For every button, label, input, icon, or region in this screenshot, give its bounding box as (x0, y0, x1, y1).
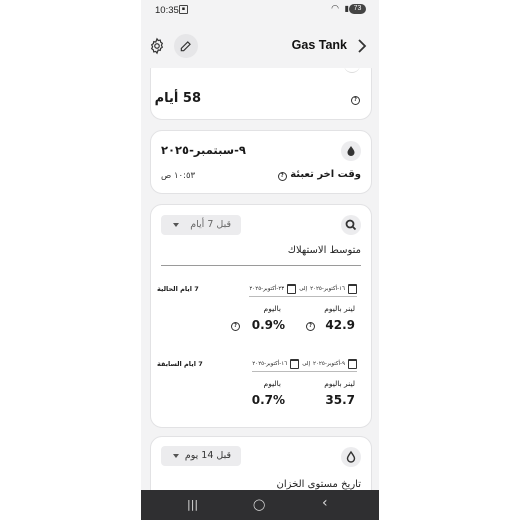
last-refill-date: ٩-سبتمبر-٢٠٢٥ (161, 143, 246, 157)
calendar-icon (348, 359, 357, 369)
help-icon[interactable]: ? (277, 172, 287, 181)
help-icon[interactable]: ? (231, 322, 240, 331)
consumption-title: متوسط الاستهلاك (287, 245, 361, 256)
search-icon (341, 215, 361, 235)
chevron-down-icon (173, 454, 179, 458)
help-icon[interactable]: ? (351, 96, 360, 105)
range-to: ١٦-أكتوبر-٢٠٢٥ (252, 361, 288, 367)
previous-date-range[interactable]: ٩-أكتوبر-٢٠٢٥ إلى ١٦-أكتوبر-٢٠٢٥ (252, 357, 357, 372)
drop-icon (341, 141, 361, 161)
liters-per-day-value: 42.9 (325, 318, 355, 332)
calendar-icon (348, 284, 357, 294)
liters-unit-label: لينر باليوم (324, 304, 355, 313)
status-bar: 10:35 ▪ ◠ ▮ 73 (141, 0, 379, 20)
previous-period-label: 7 ايام السابقة (157, 360, 203, 368)
edit-icon (180, 41, 191, 52)
liters-per-day-value: 35.7 (325, 393, 355, 407)
last-refill-card: ٩-سبتمبر-٢٠٢٥ ١٠:٥٣ ص وقت اخر تعبئة ? (150, 130, 372, 194)
phone-screen: 10:35 ▪ ◠ ▮ 73 Gas Tank 58 أيام ? ٩-سبتم… (141, 0, 379, 520)
range-to-word: إلى (299, 286, 308, 292)
last-refill-label: وقت اخر تعبئة ? (277, 169, 361, 181)
liters-unit-label: لينر باليوم (324, 379, 355, 388)
system-nav-bar: ||| ◯ ‹ (141, 490, 379, 520)
wifi-icon: ◠ (331, 4, 339, 14)
percent-unit-label: باليوم (263, 304, 281, 313)
app-header: Gas Tank (141, 26, 379, 66)
days-remaining-card: 58 أيام ? (150, 68, 372, 120)
current-period: 7 ايام الحالية ١٦-أكتوبر-٢٠٢٥ إلى ٢٣-أكت… (157, 282, 365, 345)
range-from: ١٦-أكتوبر-٢٠٢٥ (310, 286, 345, 292)
chevron-down-icon (173, 223, 179, 227)
battery-level: 73 (349, 4, 366, 14)
help-icon[interactable]: ? (306, 322, 315, 331)
last-refill-time: ١٠:٥٣ ص (161, 171, 196, 181)
card-icon-partial (344, 68, 360, 73)
gear-icon[interactable] (148, 37, 166, 55)
current-period-label: 7 ايام الحالية (157, 285, 199, 293)
edit-button[interactable] (174, 34, 198, 58)
calendar-icon (290, 359, 300, 369)
screen-record-icon: ▪ (179, 5, 188, 14)
tank-history-card: قبل 14 يوم تاريخ مستوى الخزان (150, 436, 372, 490)
home-button[interactable]: ◯ (253, 498, 265, 511)
range-to: ٢٣-أكتوبر-٢٠٢٥ (249, 286, 285, 292)
current-date-range[interactable]: ١٦-أكتوبر-٢٠٢٥ إلى ٢٣-أكتوبر-٢٠٢٥ (249, 282, 357, 297)
previous-period: 7 ايام السابقة ٩-أكتوبر-٢٠٢٥ إلى ١٦-أكتو… (157, 357, 365, 420)
range-to-word: إلى (302, 361, 311, 367)
consumption-period-dropdown[interactable]: قبل 7 أيام (161, 215, 241, 235)
page-title: Gas Tank (291, 38, 347, 52)
divider (161, 265, 361, 266)
percent-per-day-value: 0.9% (251, 318, 285, 332)
dropdown-value: قبل 7 أيام (190, 219, 231, 230)
tank-history-title: تاريخ مستوى الخزان (276, 479, 361, 490)
calendar-icon (287, 284, 297, 294)
percent-per-day-value: 0.7% (251, 393, 285, 407)
dropdown-value: قبل 14 يوم (184, 450, 231, 461)
chevron-right-icon[interactable] (357, 39, 367, 53)
consumption-card: قبل 7 أيام متوسط الاستهلاك 7 ايام الحالي… (150, 204, 372, 428)
gas-drop-icon (341, 447, 361, 467)
range-from: ٩-أكتوبر-٢٠٢٥ (313, 361, 345, 367)
last-refill-label-text: وقت اخر تعبئة (290, 169, 361, 180)
back-button[interactable]: ‹ (322, 495, 328, 511)
recents-button[interactable]: ||| (187, 498, 198, 511)
days-remaining-value: 58 أيام (154, 91, 201, 106)
percent-unit-label: باليوم (263, 379, 281, 388)
status-time: 10:35 (155, 5, 179, 16)
history-period-dropdown[interactable]: قبل 14 يوم (161, 446, 241, 466)
content-scroll[interactable]: 58 أيام ? ٩-سبتمبر-٢٠٢٥ ١٠:٥٣ ص وقت اخر … (141, 68, 379, 490)
